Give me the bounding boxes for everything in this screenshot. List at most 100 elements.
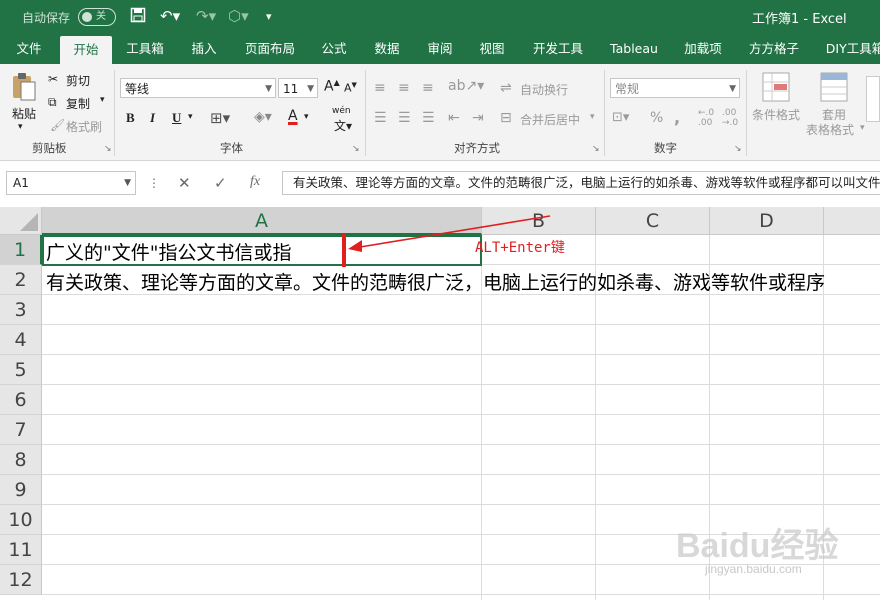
enter-icon[interactable]: ✓ — [214, 174, 227, 192]
select-all-corner[interactable] — [0, 207, 42, 235]
decrease-indent-icon[interactable]: ⇤ — [448, 110, 460, 126]
row-header-11[interactable]: 11 — [0, 535, 42, 565]
format-painter-button[interactable]: 格式刷 — [66, 118, 102, 135]
tab-page-layout[interactable]: 页面布局 — [238, 34, 302, 64]
row-header-1[interactable]: 1 — [0, 235, 42, 265]
decrease-decimal-icon[interactable]: .00 →.0 — [722, 108, 738, 128]
font-color-dropdown-icon[interactable]: ▾ — [304, 112, 309, 122]
autosave-toggle[interactable]: 关 — [78, 8, 116, 26]
row-header-12[interactable]: 12 — [0, 565, 42, 595]
tab-toolbox[interactable]: 工具箱 — [120, 34, 170, 64]
copy-icon[interactable]: ⧉ — [48, 95, 57, 110]
percent-button[interactable]: % — [650, 110, 663, 126]
paste-button[interactable]: 粘贴 — [12, 105, 36, 122]
format-as-table-button[interactable]: 表格格式 — [806, 121, 854, 138]
conditional-format-icon[interactable] — [762, 72, 790, 105]
number-format-combo[interactable]: 常规 ▼ — [610, 78, 740, 98]
format-painter-icon[interactable]: 🖌 — [50, 118, 65, 132]
paste-icon[interactable] — [10, 72, 38, 105]
conditional-format-button[interactable]: 条件格式 — [752, 106, 800, 123]
wrap-text-icon[interactable]: ⇌ — [500, 80, 512, 96]
tab-addins[interactable]: 加载项 — [678, 34, 728, 64]
grid-row[interactable] — [42, 295, 880, 325]
grid-row[interactable] — [42, 415, 880, 445]
column-header-c[interactable]: C — [596, 207, 710, 235]
row-header-10[interactable]: 10 — [0, 505, 42, 535]
cut-icon[interactable]: ✂ — [48, 72, 58, 86]
underline-dropdown-icon[interactable]: ▾ — [188, 112, 193, 122]
format-as-table-icon[interactable] — [820, 72, 848, 105]
alignment-launcher-icon[interactable]: ↘ — [592, 144, 600, 154]
bold-button[interactable]: B — [126, 110, 135, 126]
align-right-icon[interactable]: ☰ — [422, 110, 435, 126]
align-center-icon[interactable]: ☰ — [398, 110, 411, 126]
name-box[interactable]: A1 ▼ — [6, 171, 136, 195]
increase-decimal-icon[interactable]: ←.0.00 — [698, 108, 714, 128]
row-header-9[interactable]: 9 — [0, 475, 42, 505]
font-size-combo[interactable]: 11 ▼ — [278, 78, 318, 98]
fill-color-icon[interactable]: ◈▾ — [254, 109, 272, 125]
row-header-4[interactable]: 4 — [0, 325, 42, 355]
italic-button[interactable]: I — [150, 110, 155, 126]
shape-icon[interactable]: ⬡▾ — [228, 7, 249, 25]
tab-view[interactable]: 视图 — [472, 34, 512, 64]
tab-home[interactable]: 开始 — [60, 36, 112, 64]
grid-row[interactable] — [42, 475, 880, 505]
row-header-3[interactable]: 3 — [0, 295, 42, 325]
copy-button[interactable]: 复制 — [66, 95, 90, 112]
phonetic-icon[interactable]: wén — [332, 106, 351, 116]
paste-dropdown-icon[interactable]: ▾ — [18, 122, 23, 132]
number-launcher-icon[interactable]: ↘ — [734, 144, 742, 154]
grid-row[interactable] — [42, 355, 880, 385]
copy-dropdown-icon[interactable]: ▾ — [100, 95, 105, 105]
insert-function-icon[interactable]: fx — [250, 174, 260, 190]
tab-formulas[interactable]: 公式 — [314, 34, 354, 64]
align-middle-icon[interactable]: ≡ — [398, 80, 410, 96]
clipboard-launcher-icon[interactable]: ↘ — [104, 144, 112, 154]
grid-row[interactable] — [42, 385, 880, 415]
table-dropdown-icon[interactable]: ▾ — [860, 123, 865, 133]
row-header-6[interactable]: 6 — [0, 385, 42, 415]
tab-fangfang[interactable]: 方方格子 — [742, 34, 806, 64]
cancel-icon[interactable]: ✕ — [178, 174, 191, 192]
row-header-2[interactable]: 2 — [0, 265, 42, 295]
column-header-d[interactable]: D — [710, 207, 824, 235]
merge-dropdown-icon[interactable]: ▾ — [590, 112, 595, 122]
comma-style-button[interactable]: , — [674, 108, 680, 127]
undo-icon[interactable]: ↶▾ — [160, 7, 180, 25]
merge-center-icon[interactable]: ⊟ — [500, 110, 512, 126]
row-header-5[interactable]: 5 — [0, 355, 42, 385]
tab-file[interactable]: 文件 — [8, 34, 50, 64]
tab-review[interactable]: 审阅 — [420, 34, 460, 64]
merge-center-button[interactable]: 合并后居中 — [520, 111, 580, 128]
font-color-icon[interactable]: A — [288, 108, 298, 124]
more-options-icon[interactable]: ⋮ — [148, 176, 160, 190]
row-header-8[interactable]: 8 — [0, 445, 42, 475]
cut-button[interactable]: 剪切 — [66, 72, 90, 89]
column-header-e[interactable] — [824, 207, 880, 235]
cell-styles-gallery[interactable] — [866, 76, 880, 122]
customize-qat-icon[interactable]: ▾ — [266, 10, 272, 23]
formula-input[interactable]: 有关政策、理论等方面的文章。文件的范畴很广泛，电脑上运行的如杀毒、游戏等软件或程… — [282, 171, 880, 195]
align-top-icon[interactable]: ≡ — [374, 80, 386, 96]
align-left-icon[interactable]: ☰ — [374, 110, 387, 126]
accounting-format-icon[interactable]: ⊡▾ — [612, 110, 629, 125]
orientation-icon[interactable]: ab↗▾ — [448, 78, 484, 94]
cell-a1[interactable]: 广义的"文件"指公文书信或指 — [46, 238, 291, 265]
increase-font-icon[interactable]: A▲ — [324, 78, 340, 95]
cell-a2[interactable]: 有关政策、理论等方面的文章。文件的范畴很广泛，电脑上运行的如杀毒、游戏等软件或程… — [46, 268, 825, 295]
increase-indent-icon[interactable]: ⇥ — [472, 110, 484, 126]
row-header-7[interactable]: 7 — [0, 415, 42, 445]
font-launcher-icon[interactable]: ↘ — [352, 144, 360, 154]
underline-button[interactable]: U — [172, 110, 181, 126]
grid-row[interactable] — [42, 445, 880, 475]
align-bottom-icon[interactable]: ≡ — [422, 80, 434, 96]
redo-icon[interactable]: ↷▾ — [196, 7, 216, 25]
save-icon[interactable] — [130, 7, 146, 27]
grid-row[interactable] — [42, 325, 880, 355]
wrap-text-button[interactable]: 自动换行 — [520, 81, 568, 98]
font-name-combo[interactable]: 等线 ▼ — [120, 78, 276, 98]
tab-data[interactable]: 数据 — [366, 34, 408, 64]
decrease-font-icon[interactable]: A▼ — [344, 81, 357, 95]
tab-tableau[interactable]: Tableau — [604, 34, 664, 64]
